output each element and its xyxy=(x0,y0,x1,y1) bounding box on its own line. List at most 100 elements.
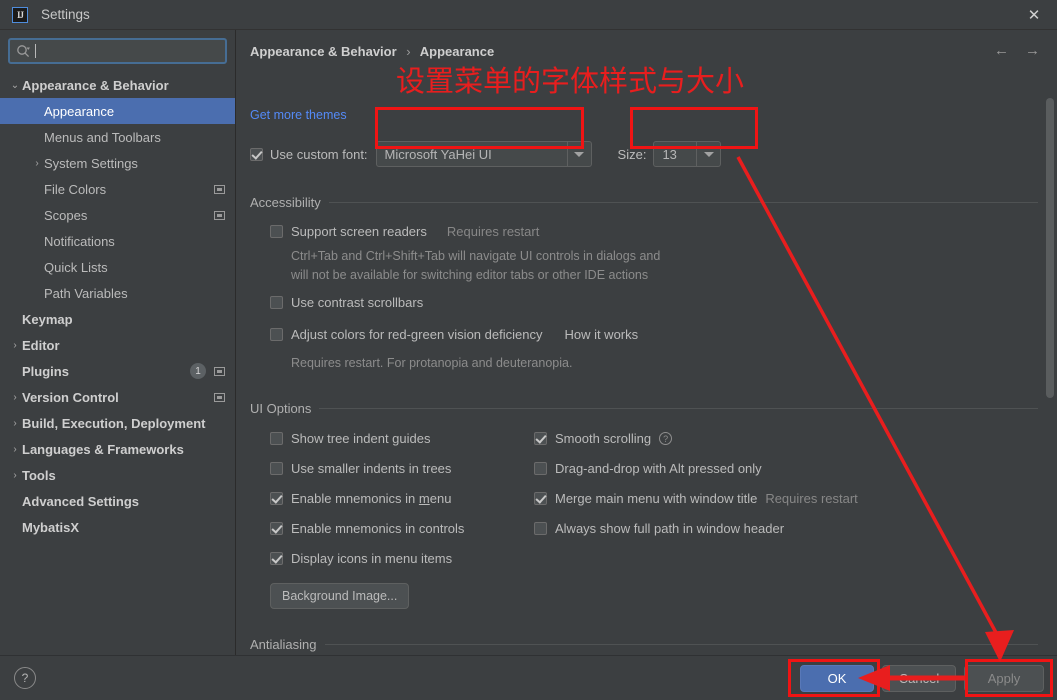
sidebar-item-advanced-settings[interactable]: Advanced Settings xyxy=(0,488,235,514)
font-family-value: Microsoft YaHei UI xyxy=(384,146,492,162)
sidebar-item-label: Editor xyxy=(22,337,60,353)
divider xyxy=(328,202,1038,203)
merge-main-menu-checkbox[interactable] xyxy=(534,492,547,505)
breadcrumb-leaf: Appearance xyxy=(419,44,495,59)
sidebar-item-quick-lists[interactable]: Quick Lists xyxy=(0,254,235,280)
chevron-down-icon[interactable] xyxy=(696,142,720,166)
sidebar-item-path-variables[interactable]: Path Variables xyxy=(0,280,235,306)
sidebar-item-mybatisx[interactable]: MybatisX xyxy=(0,514,235,540)
drag-and-drop-alt-checkbox[interactable] xyxy=(534,462,547,475)
expand-arrow-icon[interactable]: ⌄ xyxy=(8,80,22,91)
background-image-button[interactable]: Background Image... xyxy=(270,583,410,609)
close-icon[interactable]: ✕ xyxy=(1011,0,1057,29)
support-screen-readers-checkbox[interactable] xyxy=(270,225,283,238)
sidebar-item-menus-and-toolbars[interactable]: Menus and Toolbars xyxy=(0,124,235,150)
support-screen-readers-option[interactable]: Support screen readers Requires restart xyxy=(270,224,539,239)
merge-main-menu-option[interactable]: Merge main menu with window title Requir… xyxy=(534,491,858,506)
help-icon[interactable]: ? xyxy=(659,432,673,445)
sidebar-item-label: Languages & Frameworks xyxy=(22,441,184,457)
expand-arrow-icon[interactable]: › xyxy=(8,470,22,481)
font-size-label: Size: xyxy=(617,146,647,162)
settings-dialog: IJ Settings ✕ ⌄ Appearance & Behavior Appe… xyxy=(0,0,1057,700)
sidebar-item-editor[interactable]: › Editor xyxy=(0,332,235,358)
breadcrumb-separator: › xyxy=(406,44,411,59)
project-scope-icon xyxy=(214,210,225,220)
sidebar-item-build-execution-deployment[interactable]: › Build, Execution, Deployment xyxy=(0,410,235,436)
sidebar-item-version-control[interactable]: › Version Control xyxy=(0,384,235,410)
sidebar-item-languages-frameworks[interactable]: › Languages & Frameworks xyxy=(0,436,235,462)
font-size-dropdown[interactable]: 13 xyxy=(653,141,722,167)
vertical-scrollbar[interactable] xyxy=(1046,98,1054,398)
sidebar-item-keymap[interactable]: Keymap xyxy=(0,306,235,332)
ui-options-title: UI Options xyxy=(250,401,312,416)
sidebar-item-label: Notifications xyxy=(44,233,115,249)
sidebar-item-scopes[interactable]: Scopes xyxy=(0,202,235,228)
use-contrast-scrollbars-checkbox[interactable] xyxy=(270,296,283,309)
use-smaller-indents-option[interactable]: Use smaller indents in trees xyxy=(270,461,451,476)
search-icon xyxy=(14,42,32,60)
enable-mnemonics-menu-checkbox[interactable] xyxy=(270,492,283,505)
expand-arrow-icon[interactable]: › xyxy=(8,444,22,455)
question-mark-icon[interactable]: ? xyxy=(14,667,36,689)
intellij-idea-icon: IJ xyxy=(12,6,28,23)
window-title: Settings xyxy=(41,7,90,22)
cancel-button[interactable]: Cancel xyxy=(882,665,956,692)
dialog-footer: ? OK Cancel Apply xyxy=(0,655,1057,700)
expand-arrow-icon[interactable]: › xyxy=(8,392,22,403)
display-icons-menu-items-option[interactable]: Display icons in menu items xyxy=(270,551,452,566)
settings-sidebar: ⌄ Appearance & Behavior Appearance Menus an… xyxy=(0,30,236,655)
display-icons-menu-items-checkbox[interactable] xyxy=(270,552,283,565)
sidebar-item-label: Scopes xyxy=(44,207,88,223)
arrow-left-icon[interactable]: ← xyxy=(994,42,1009,59)
sidebar-item-label: Plugins xyxy=(22,363,69,379)
search-input[interactable] xyxy=(36,44,221,58)
smooth-scrolling-option[interactable]: Smooth scrolling ? xyxy=(534,431,673,446)
ok-button[interactable]: OK xyxy=(800,665,874,692)
sidebar-item-label: Appearance & Behavior xyxy=(22,77,169,93)
show-tree-indent-guides-checkbox[interactable] xyxy=(270,432,283,445)
breadcrumb-root[interactable]: Appearance & Behavior xyxy=(250,44,397,59)
use-contrast-scrollbars-option[interactable]: Use contrast scrollbars xyxy=(270,295,423,310)
adjust-colors-option[interactable]: Adjust colors for red-green vision defic… xyxy=(270,327,638,342)
enable-mnemonics-controls-checkbox[interactable] xyxy=(270,522,283,535)
accessibility-group-header: Accessibility xyxy=(250,195,1038,210)
always-show-full-path-checkbox[interactable] xyxy=(534,522,547,535)
expand-arrow-icon[interactable]: › xyxy=(8,418,22,429)
enable-mnemonics-menu-option[interactable]: Enable mnemonics in menu xyxy=(270,491,451,506)
expand-arrow-icon[interactable]: › xyxy=(30,158,44,169)
sidebar-item-label: Tools xyxy=(22,467,56,483)
sidebar-item-plugins[interactable]: Plugins 1 xyxy=(0,358,235,384)
sidebar-item-label: Quick Lists xyxy=(44,259,108,275)
use-custom-font-checkbox[interactable] xyxy=(250,147,263,161)
sidebar-item-label: Menus and Toolbars xyxy=(44,129,161,145)
drag-and-drop-alt-label: Drag-and-drop with Alt pressed only xyxy=(555,461,762,476)
sidebar-item-appearance-behavior[interactable]: ⌄ Appearance & Behavior xyxy=(0,72,235,98)
expand-arrow-icon[interactable]: › xyxy=(8,340,22,351)
get-more-themes-link[interactable]: Get more themes xyxy=(250,108,347,122)
arrow-right-icon[interactable]: → xyxy=(1025,42,1040,59)
font-family-dropdown[interactable]: Microsoft YaHei UI xyxy=(375,141,592,167)
apply-button[interactable]: Apply xyxy=(964,665,1044,692)
use-smaller-indents-checkbox[interactable] xyxy=(270,462,283,475)
sidebar-item-tools[interactable]: › Tools xyxy=(0,462,235,488)
custom-font-row: Use custom font: Microsoft YaHei UI Size… xyxy=(250,141,722,167)
settings-main-panel: Appearance & Behavior › Appearance ← → G… xyxy=(237,30,1057,655)
enable-mnemonics-controls-option[interactable]: Enable mnemonics in controls xyxy=(270,521,464,536)
smooth-scrolling-checkbox[interactable] xyxy=(534,432,547,445)
always-show-full-path-option[interactable]: Always show full path in window header xyxy=(534,521,784,536)
enable-mnemonics-controls-label: Enable mnemonics in controls xyxy=(291,521,465,536)
sidebar-item-file-colors[interactable]: File Colors xyxy=(0,176,235,202)
divider xyxy=(324,644,1038,645)
sidebar-item-notifications[interactable]: Notifications xyxy=(0,228,235,254)
adjust-colors-hint: Requires restart. For protanopia and deu… xyxy=(291,356,573,370)
sidebar-item-label: System Settings xyxy=(44,155,138,171)
show-tree-indent-guides-option[interactable]: Show tree indent guides xyxy=(270,431,430,446)
search-box[interactable] xyxy=(8,38,227,64)
sidebar-item-system-settings[interactable]: › System Settings xyxy=(0,150,235,176)
chevron-down-icon[interactable] xyxy=(566,142,591,166)
adjust-colors-checkbox[interactable] xyxy=(270,328,283,341)
sidebar-item-appearance[interactable]: Appearance xyxy=(0,98,235,124)
drag-and-drop-alt-option[interactable]: Drag-and-drop with Alt pressed only xyxy=(534,461,762,476)
how-it-works-link[interactable]: How it works xyxy=(564,327,638,342)
adjust-colors-label: Adjust colors for red-green vision defic… xyxy=(291,327,543,342)
